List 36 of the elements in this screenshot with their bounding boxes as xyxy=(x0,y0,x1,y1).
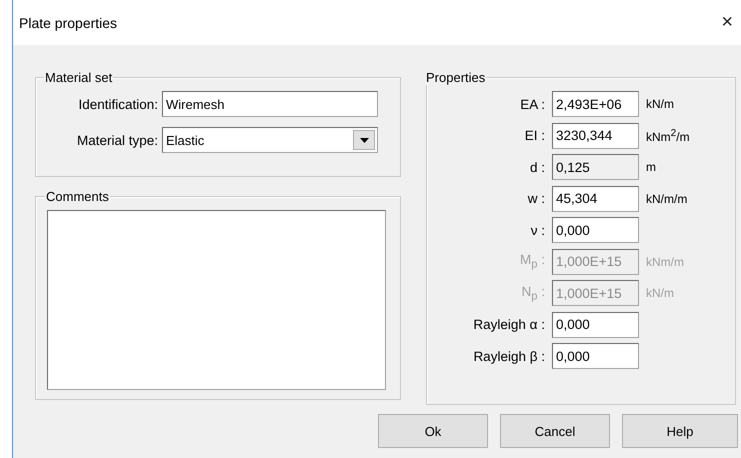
property-label: Rayleigh α : xyxy=(472,317,545,332)
property-label: Rayleigh β : xyxy=(472,348,545,364)
property-label: w : xyxy=(526,191,545,206)
property-label: ν : xyxy=(530,222,545,238)
caret-icon xyxy=(360,138,368,142)
dialog-button[interactable]: Help xyxy=(622,414,738,448)
group-title: Properties xyxy=(425,70,486,85)
field-label: Material type: xyxy=(76,132,158,148)
property-field[interactable]: 0,125 xyxy=(552,154,639,180)
property-field[interactable]: 2,493E+06 xyxy=(552,91,639,117)
unit-label: kN/m xyxy=(646,286,675,300)
dialog-button[interactable]: Ok xyxy=(378,414,488,448)
close-button[interactable]: × xyxy=(717,11,737,34)
material-type-dropdown[interactable]: Elastic xyxy=(162,127,378,153)
property-label: N$_{p}$ : xyxy=(520,284,545,302)
unit-label: kN/m/m xyxy=(646,192,688,206)
property-field[interactable]: 3230,344 xyxy=(552,122,639,148)
window-title: Plate properties xyxy=(19,14,118,30)
property-field[interactable]: 0,000 xyxy=(552,343,639,369)
unit-label: kN/m xyxy=(646,97,675,111)
property-field[interactable]: 45,304 xyxy=(552,186,639,212)
dialog-button[interactable]: Cancel xyxy=(500,414,610,448)
property-label: EA : xyxy=(519,96,545,112)
identification-field[interactable]: Wiremesh xyxy=(162,91,378,117)
property-field[interactable]: 0,000 xyxy=(552,217,639,243)
property-label: M$_{p}$ : xyxy=(518,252,545,271)
group-title: Comments xyxy=(45,189,110,204)
property-label: d : xyxy=(528,160,545,174)
unit-label: kNm/m xyxy=(646,254,685,268)
property-label: EI : xyxy=(524,128,545,143)
unit-label: m xyxy=(646,160,657,174)
unit-label: kNm$^{2}$/m xyxy=(646,128,691,144)
property-field[interactable]: 0,000 xyxy=(552,312,639,338)
group-title: Material set xyxy=(44,70,114,85)
comments-field[interactable] xyxy=(47,210,386,390)
field-label: Identification: xyxy=(77,96,158,112)
